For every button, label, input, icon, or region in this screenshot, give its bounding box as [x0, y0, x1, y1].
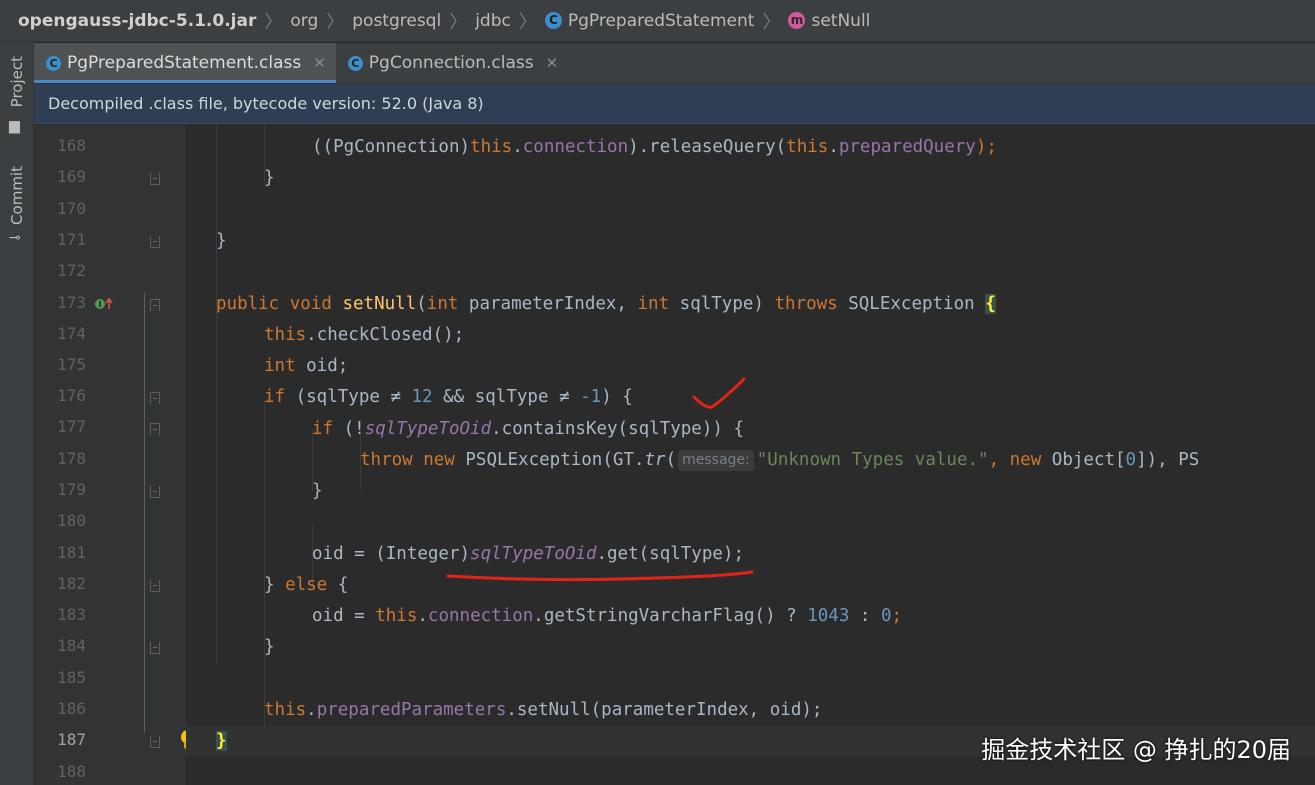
- fold-marker[interactable]: [150, 299, 160, 311]
- breadcrumb: opengauss-jdbc-5.1.0.jar 〉 org 〉 postgre…: [0, 0, 1315, 42]
- decompiled-info-banner: Decompiled .class file, bytecode version…: [34, 84, 1315, 124]
- breadcrumb-separator: 〉: [326, 11, 345, 33]
- breadcrumb-jar[interactable]: opengauss-jdbc-5.1.0.jar: [18, 11, 256, 31]
- override-method-icon[interactable]: I: [94, 296, 114, 312]
- folder-icon: ▆: [9, 118, 20, 134]
- line-number: 182: [57, 574, 86, 593]
- breadcrumb-class[interactable]: C PgPreparedStatement: [544, 11, 754, 31]
- fold-marker[interactable]: [150, 236, 160, 248]
- code-line-171: }: [216, 231, 227, 251]
- code-line-173: public void setNull(int parameterIndex, …: [216, 294, 996, 314]
- line-number: 185: [57, 668, 86, 687]
- code-line-183: oid = this.connection.getStringVarcharFl…: [312, 606, 903, 626]
- line-number: 174: [57, 324, 86, 343]
- line-number: 188: [57, 762, 86, 781]
- tool-window-strip: Project ▆ Commit ⊸: [0, 42, 34, 785]
- class-icon: C: [544, 12, 562, 29]
- breadcrumb-separator: 〉: [518, 11, 537, 33]
- watermark: 掘金技术社区 @ 挣扎的20届: [981, 736, 1291, 764]
- fold-marker[interactable]: [150, 580, 160, 592]
- line-number: 178: [57, 449, 86, 468]
- line-number: 179: [57, 480, 86, 499]
- line-number: 175: [57, 355, 86, 374]
- fold-marker[interactable]: [150, 392, 160, 404]
- code-line-169: }: [264, 168, 275, 188]
- code-line-168: ((PgConnection)this.connection).releaseQ…: [312, 137, 997, 157]
- code-line-184: }: [264, 637, 275, 657]
- commit-icon: ⊸: [9, 230, 21, 246]
- breadcrumb-org[interactable]: org: [290, 11, 318, 31]
- project-tool-button[interactable]: Project ▆: [0, 48, 33, 140]
- fold-marker[interactable]: [150, 486, 160, 498]
- line-number: 168: [57, 136, 86, 155]
- breadcrumb-method[interactable]: m setNull: [788, 11, 870, 31]
- code-line-179: }: [312, 481, 323, 501]
- line-number: 180: [57, 511, 86, 530]
- line-number: 176: [57, 386, 86, 405]
- line-number: 173: [57, 293, 86, 312]
- breadcrumb-separator: 〉: [449, 11, 468, 33]
- fold-marker[interactable]: [150, 173, 160, 185]
- class-icon: C: [347, 55, 363, 71]
- code-line-186: this.preparedParameters.setNull(paramete…: [264, 700, 823, 720]
- editor-gutter[interactable]: 168 169 170 171 172 173 174 175 176 177 …: [34, 125, 195, 785]
- breadcrumb-separator: 〉: [264, 11, 283, 33]
- breadcrumb-separator: 〉: [762, 11, 781, 33]
- svg-text:I: I: [99, 300, 102, 309]
- fold-marker[interactable]: [150, 642, 160, 654]
- code-line-176: if (sqlType ≠ 12 && sqlType ≠ -1) {: [264, 387, 633, 407]
- breadcrumb-postgresql[interactable]: postgresql: [352, 11, 441, 31]
- method-scope-line: [144, 293, 145, 733]
- close-icon[interactable]: ✕: [313, 54, 326, 72]
- code-editor[interactable]: ((PgConnection)this.connection).releaseQ…: [186, 125, 1315, 785]
- close-icon[interactable]: ✕: [546, 54, 559, 72]
- breadcrumb-jdbc[interactable]: jdbc: [475, 11, 511, 31]
- method-icon: m: [788, 12, 806, 29]
- line-number: 181: [57, 543, 86, 562]
- line-number: 171: [57, 230, 86, 249]
- parameter-hint: message:: [678, 450, 754, 471]
- editor-tab-bar: C PgPreparedStatement.class ✕ C PgConnec…: [34, 43, 1315, 84]
- code-line-174: this.checkClosed();: [264, 325, 465, 345]
- commit-tool-button[interactable]: Commit ⊸: [0, 160, 33, 252]
- code-line-175: int oid;: [264, 356, 349, 376]
- class-icon: C: [46, 55, 61, 71]
- indent-guide: [216, 125, 217, 665]
- line-number: 186: [57, 699, 86, 718]
- code-line-181: oid = (Integer)sqlTypeToOid.get(sqlType)…: [312, 544, 744, 564]
- line-number: 172: [57, 261, 86, 280]
- tab-pgpreparedstatement[interactable]: C PgPreparedStatement.class ✕: [34, 43, 336, 83]
- code-line-177: if (!sqlTypeToOid.containsKey(sqlType)) …: [312, 419, 744, 439]
- line-number: 170: [57, 199, 86, 218]
- line-number: 177: [57, 417, 86, 436]
- line-number: 183: [57, 605, 86, 624]
- line-number: 184: [57, 636, 86, 655]
- matched-brace: {: [985, 294, 996, 314]
- line-number: 187: [57, 730, 86, 749]
- fold-marker[interactable]: [150, 736, 160, 748]
- matched-brace: }: [216, 731, 227, 751]
- line-number: 169: [57, 167, 86, 186]
- fold-marker[interactable]: [150, 423, 160, 435]
- tab-pgconnection[interactable]: C PgConnection.class ✕: [336, 43, 568, 83]
- code-line-182: } else {: [264, 575, 349, 595]
- code-line-178: throw new PSQLException(GT.tr(message: "U…: [360, 450, 1200, 471]
